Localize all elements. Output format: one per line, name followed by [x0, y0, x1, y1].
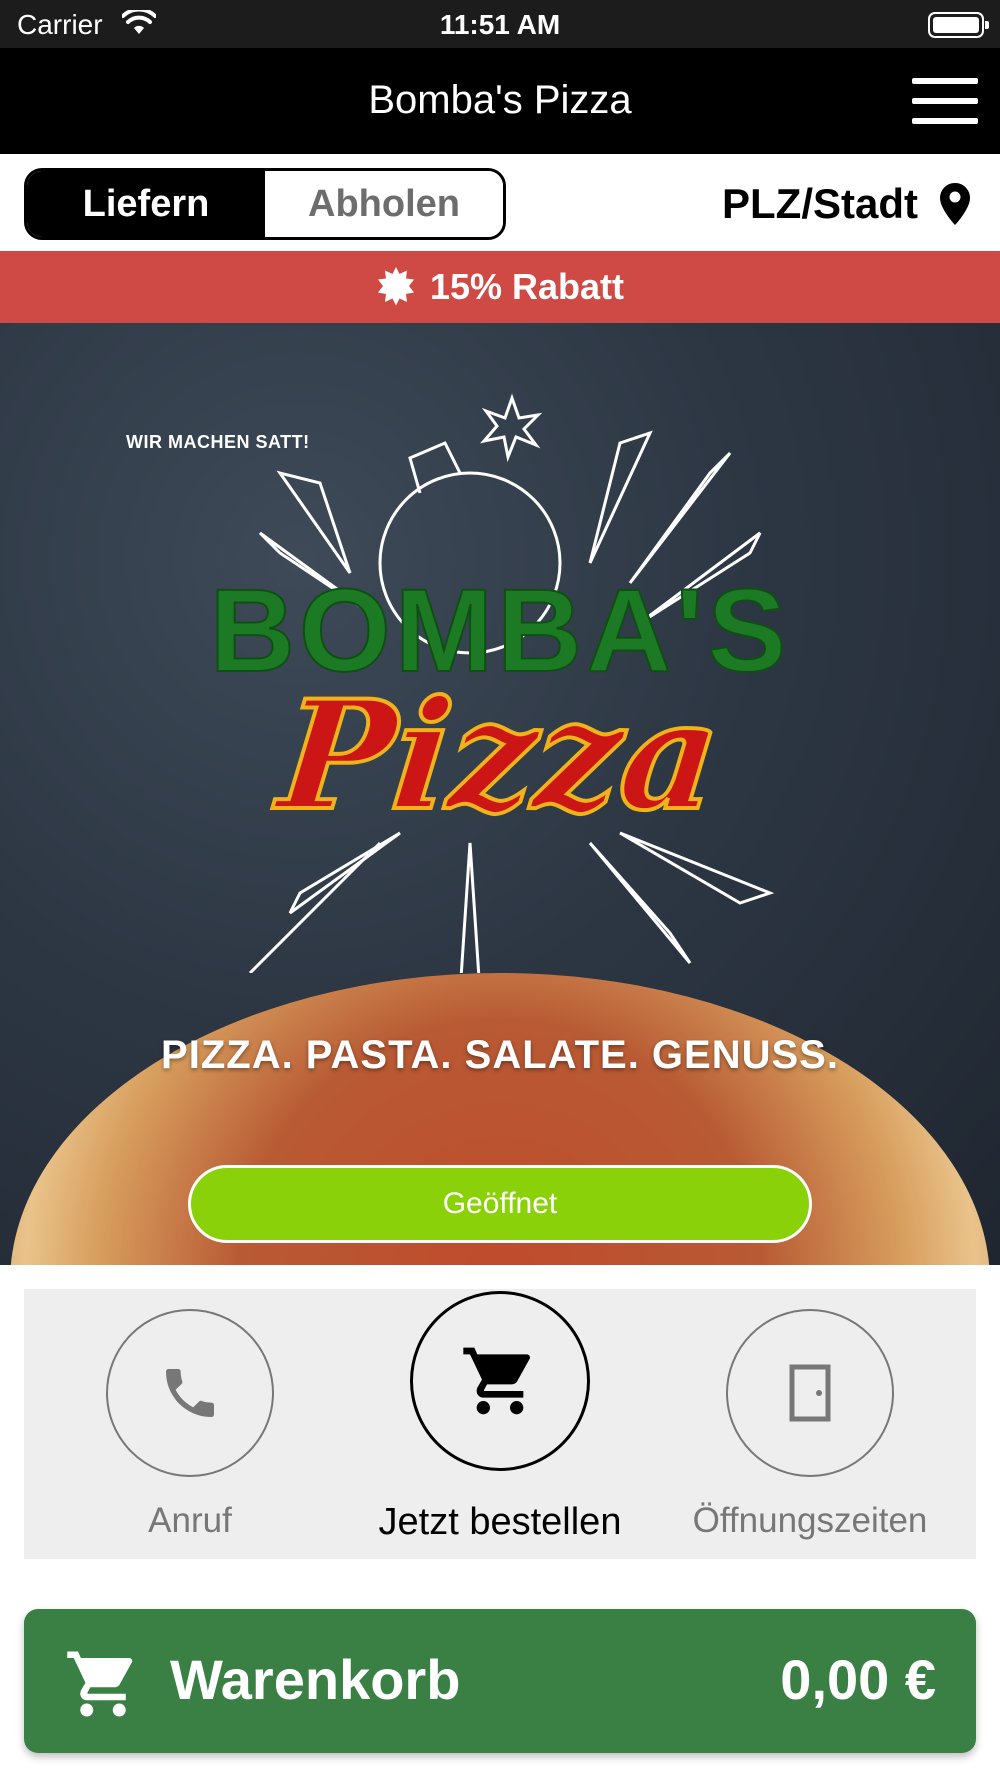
- call-action[interactable]: Anruf: [40, 1289, 340, 1559]
- logo-pizza-text: Pizza: [270, 666, 730, 846]
- app-header: Bomba's Pizza: [0, 48, 1000, 154]
- hero-banner: WIR MACHEN SATT! BOMBA'S Pizza PIZZA. PA…: [0, 323, 1000, 1265]
- door-icon: [789, 1364, 831, 1422]
- order-now-action[interactable]: Jetzt bestellen: [350, 1289, 650, 1559]
- opening-hours-label: Öffnungszeiten: [692, 1501, 928, 1540]
- call-button[interactable]: [106, 1309, 274, 1477]
- order-mode-toggle: Liefern Abholen: [24, 168, 506, 240]
- cart-button[interactable]: Warenkorb 0,00 €: [24, 1609, 976, 1753]
- opening-hours-action[interactable]: Öffnungszeiten: [660, 1289, 960, 1559]
- tab-liefern[interactable]: Liefern: [27, 171, 265, 237]
- quick-actions: Anruf Jetzt bestellen Öffnungszeiten: [24, 1289, 976, 1559]
- cart-icon: [463, 1347, 530, 1415]
- call-label: Anruf: [148, 1501, 232, 1540]
- promo-banner[interactable]: 15% Rabatt: [0, 251, 1000, 323]
- battery-icon: [928, 12, 989, 38]
- location-label: PLZ/Stadt: [722, 180, 918, 227]
- hamburger-menu-icon[interactable]: [912, 78, 978, 126]
- app-title: Bomba's Pizza: [368, 78, 632, 122]
- promo-text: 15% Rabatt: [429, 266, 625, 307]
- tab-abholen[interactable]: Abholen: [265, 171, 503, 237]
- starburst-icon: [377, 267, 414, 306]
- cart-label: Warenkorb: [170, 1648, 461, 1711]
- open-status-badge: Geöffnet: [188, 1165, 812, 1243]
- opening-hours-button[interactable]: [726, 1309, 894, 1477]
- logo-tagline: WIR MACHEN SATT!: [126, 432, 310, 452]
- order-now-button[interactable]: [410, 1291, 590, 1471]
- status-time: 11:51 AM: [439, 9, 561, 40]
- cart-icon: [67, 1651, 133, 1717]
- map-pin-icon: [940, 183, 970, 225]
- order-now-label: Jetzt bestellen: [378, 1501, 622, 1543]
- cart-total: 0,00 €: [780, 1648, 936, 1711]
- location-selector[interactable]: PLZ/Stadt: [722, 176, 970, 232]
- hero-tagline: PIZZA. PASTA. SALATE. GENUSS.: [161, 1033, 839, 1077]
- phone-icon: [166, 1369, 214, 1417]
- status-bar: Carrier 11:51 AM: [0, 0, 1000, 48]
